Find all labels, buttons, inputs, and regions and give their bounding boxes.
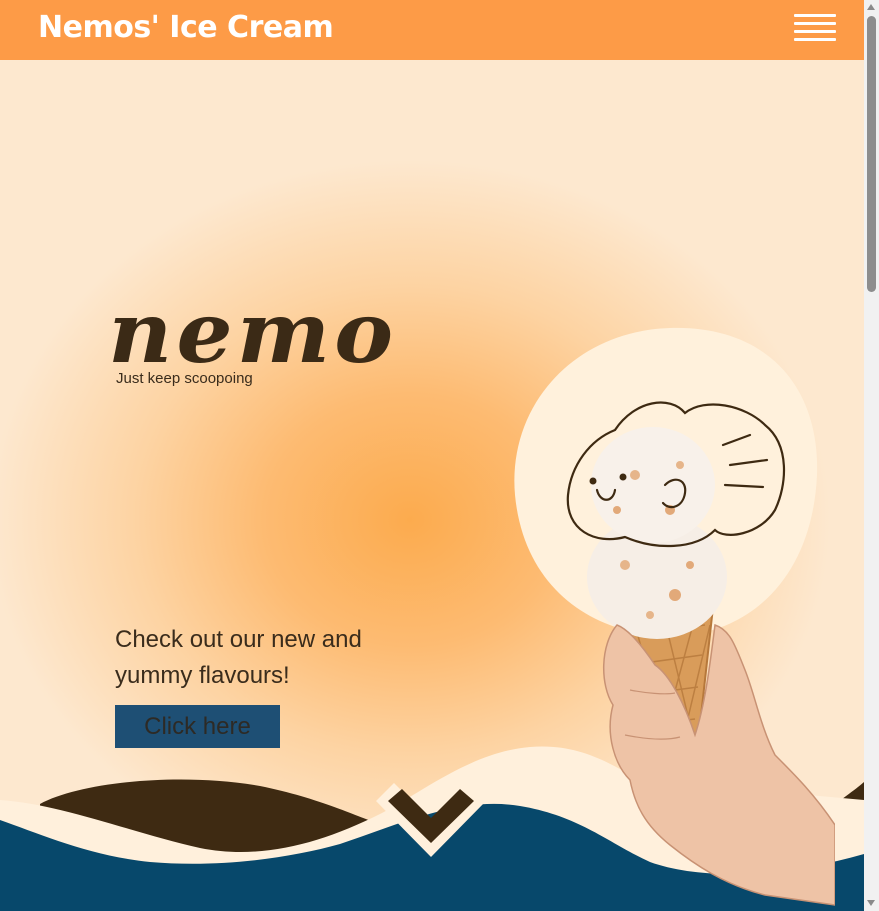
tagline: Just keep scoopoing [116,370,253,387]
hand [603,623,835,906]
scroll-down-arrow-icon[interactable] [867,900,875,906]
scroll-thumb[interactable] [867,16,876,292]
scroll-up-arrow-icon[interactable] [867,4,875,10]
top-scoop [591,427,715,543]
site-header: Nemos' Ice Cream [0,0,864,60]
chevron-down-icon[interactable] [376,783,486,863]
scrollbar[interactable] [864,0,879,911]
promo-text: Check out our new and yummy flavours! [115,626,362,689]
hero-section: nemo Just keep scoopoing Check out our n… [0,60,864,911]
hamburger-menu-icon[interactable] [794,12,838,46]
ice-cream-illustration [514,327,835,906]
site-title[interactable]: Nemos' Ice Cream [38,10,334,46]
nemo-logo: nemo [108,283,398,382]
